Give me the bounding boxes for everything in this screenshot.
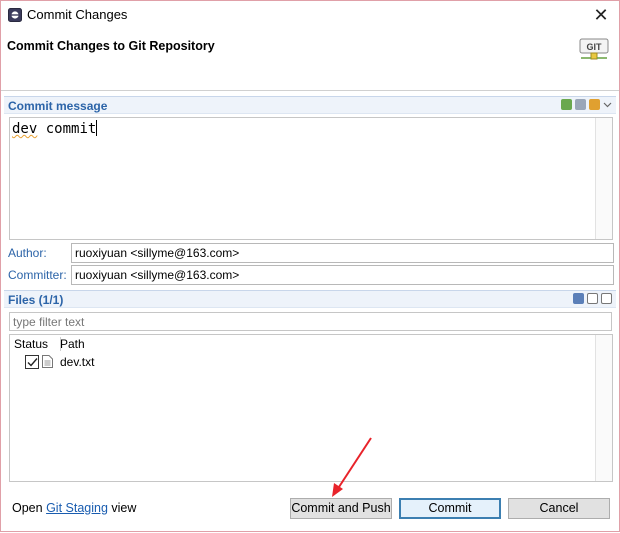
files-table: Status Path dev.txt	[9, 334, 613, 482]
files-table-scrollbar[interactable]	[595, 335, 612, 481]
window-title: Commit Changes	[27, 7, 128, 22]
committer-label: Committer:	[8, 268, 67, 282]
commit-changes-dialog: Commit Changes ✕ Commit Changes to Git R…	[0, 0, 620, 532]
table-row[interactable]: dev.txt	[10, 354, 596, 371]
select-all-icon[interactable]	[587, 293, 598, 304]
deselect-all-icon[interactable]	[601, 293, 612, 304]
author-field[interactable]: ruoxiyuan <sillyme@163.com>	[71, 243, 614, 263]
author-label: Author:	[8, 246, 47, 260]
open-label: Open	[12, 501, 43, 515]
commit-message-textarea[interactable]: dev commit	[9, 117, 613, 240]
checkmark-icon	[27, 358, 38, 367]
close-button[interactable]: ✕	[591, 5, 611, 25]
text-caret	[96, 120, 98, 136]
sign-off-icon[interactable]	[561, 99, 572, 110]
git-logo-text: GIT	[587, 42, 603, 52]
show-untracked-icon[interactable]	[573, 293, 584, 304]
file-checkbox[interactable]	[25, 355, 39, 369]
commit-message-word-2: commit	[45, 121, 97, 137]
git-staging-link[interactable]: Git Staging	[46, 501, 108, 515]
committer-field[interactable]: ruoxiyuan <sillyme@163.com>	[71, 265, 614, 285]
column-header-path[interactable]: Path	[60, 337, 85, 351]
view-label: view	[111, 501, 137, 515]
add-change-id-icon[interactable]	[575, 99, 586, 110]
toolbar-menu-icon[interactable]	[603, 99, 612, 110]
file-path: dev.txt	[60, 355, 95, 369]
files-heading: Files (1/1)	[8, 293, 64, 307]
amend-icon[interactable]	[589, 99, 600, 110]
commit-message-toolbar	[561, 99, 612, 110]
file-filter-input[interactable]: type filter text	[9, 312, 612, 331]
commit-and-push-button[interactable]: Commit and Push	[290, 498, 392, 519]
commit-message-heading: Commit message	[8, 99, 108, 113]
commit-message-scrollbar[interactable]	[595, 118, 612, 239]
cancel-button[interactable]: Cancel	[508, 498, 610, 519]
git-logo-icon: GIT	[579, 38, 609, 60]
files-section-bar: Files (1/1)	[4, 290, 616, 308]
open-staging-view-text: Open Git Staging view	[12, 501, 136, 515]
files-toolbar	[573, 293, 612, 304]
commit-message-text: dev commit	[12, 120, 98, 137]
close-icon: ✕	[593, 5, 609, 25]
text-file-icon	[42, 355, 53, 368]
eclipse-app-icon	[8, 8, 22, 22]
dialog-heading: Commit Changes to Git Repository	[7, 39, 215, 53]
commit-message-section-bar: Commit message	[4, 96, 616, 114]
commit-button[interactable]: Commit	[399, 498, 501, 519]
column-header-status[interactable]: Status	[14, 337, 48, 351]
commit-message-word-1: dev	[12, 121, 38, 137]
title-bar: Commit Changes ✕	[1, 1, 619, 29]
dialog-header: Commit Changes to Git Repository GIT	[1, 29, 619, 91]
